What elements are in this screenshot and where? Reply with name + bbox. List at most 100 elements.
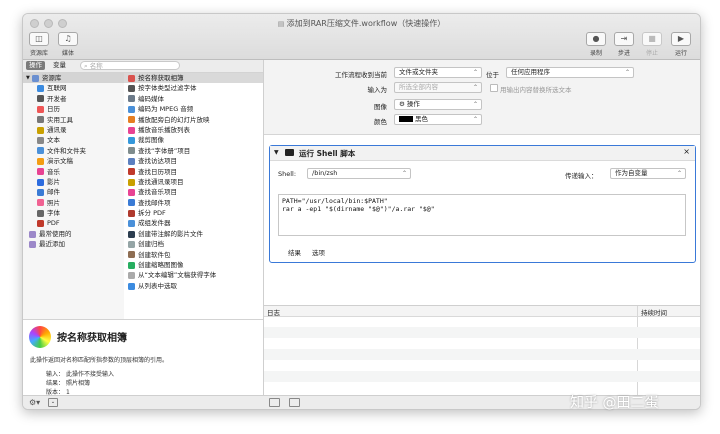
media-button[interactable]: ♫ 媒体 [53,32,83,57]
action-item[interactable]: 查找通讯录项目 [124,177,263,187]
shell-popup[interactable]: /bin/zsh ⌃ [307,168,411,179]
library-item[interactable]: 音乐 [23,167,124,177]
library-item[interactable]: 日历 [23,104,124,114]
action-icon [128,137,135,145]
toggle-description-icon[interactable]: ⌄ [48,398,58,407]
action-item[interactable]: 按字体类型过滤字体 [124,83,263,93]
action-item-label: 播放配旁白的幻灯片放映 [138,115,210,124]
action-item[interactable]: 拆分 PDF [124,208,263,218]
pass-input-popup[interactable]: 作为自变量 ⌃ [610,168,686,179]
action-item[interactable]: 裁剪图像 [124,135,263,145]
library-item-label: 演示文稿 [47,157,73,166]
workflow-area: 工作流程收到当前 文件或文件夹 ⌃ 位于 任何应用程序 ⌃ 输入为 所选全部内容 ⌃ … [263,60,700,305]
developer-icon [37,95,44,103]
action-item[interactable]: 创建带注解的影片文件 [124,229,263,239]
library-button[interactable]: ◫ 资源库 [24,32,54,57]
library-item[interactable]: 影片 [23,177,124,187]
action-icon [128,199,135,207]
library-item[interactable]: 实用工具 [23,115,124,125]
color-label: 颜色 [374,118,387,126]
action-item[interactable]: 查找日历项目 [124,167,263,177]
show-log-icon[interactable] [269,398,280,407]
library-item[interactable]: 开发者 [23,94,124,104]
action-item[interactable]: 编码媒体 [124,94,263,104]
action-item[interactable]: 编码为 MPEG 音频 [124,104,263,114]
input-label: 输入： [46,371,65,378]
action-item[interactable]: 创建软件包 [124,250,263,260]
show-variables-icon[interactable] [289,398,300,407]
receives-popup[interactable]: 文件或文件夹 ⌃ [394,67,482,78]
action-item-label: 查找访达项目 [138,157,177,166]
step-button[interactable]: ⇥ 步进 [609,32,639,57]
library-item-label: 文件和文件夹 [47,146,86,155]
stop-button[interactable]: ■ 停止 [637,32,667,57]
replace-checkbox[interactable] [490,84,498,92]
action-item[interactable]: 从列表中选取 [124,281,263,291]
popup-chevron-icon: ⌃ [472,84,478,91]
library-item[interactable]: 文件和文件夹 [23,146,124,156]
smart-folder-icon [29,230,36,238]
title-bar: ▤ 添加到RAR压缩文件.workflow（快速操作） ◫ 资源库 ♫ 媒体 ● 录制… [23,14,700,60]
action-item[interactable]: 查找邮件项 [124,198,263,208]
window-title: ▤ 添加到RAR压缩文件.workflow（快速操作） [23,18,700,29]
results-tab[interactable]: 结果 [288,247,301,257]
popup-chevron-icon: ⌃ [624,69,630,76]
action-item-label: 按名称获取相簿 [138,74,184,82]
library-item[interactable]: 演示文稿 [23,156,124,166]
run-button[interactable]: ▶ 运行 [666,32,696,57]
smart-folder-item[interactable]: 最近添加 [23,239,124,249]
mail-icon [37,188,44,196]
collapse-triangle-icon[interactable]: ▼ [274,149,279,156]
action-item[interactable]: 成组发件器 [124,218,263,228]
image-popup[interactable]: ⚙ 操作 ⌃ [394,99,482,110]
library-item[interactable]: 通讯录 [23,125,124,135]
script-editor[interactable]: PATH="/usr/local/bin:$PATH" rar a -ep1 "… [278,194,686,236]
tab-actions[interactable]: 操作 [26,61,45,70]
library-item[interactable]: 文本 [23,135,124,145]
shell-label: Shell: [278,170,297,178]
library-item[interactable]: 互联网 [23,83,124,93]
action-item[interactable]: 查找音乐项目 [124,187,263,197]
action-item[interactable]: 创建缩略图图像 [124,260,263,270]
log-column-header[interactable]: 日志 [267,307,280,317]
location-popup[interactable]: 任何应用程序 ⌃ [506,67,634,78]
action-item[interactable]: 查找“字体册”项目 [124,146,263,156]
record-button[interactable]: ● 录制 [581,32,611,57]
music-icon [37,168,44,176]
action-icon [128,105,135,113]
library-item[interactable]: 字体 [23,208,124,218]
action-item-label: 查找邮件项 [138,198,171,207]
shell-script-action: ▼ 运行 Shell 脚本 × Shell: /bin/zsh ⌃ 传递输入： 作… [269,145,696,263]
action-item[interactable]: 创建归档 [124,239,263,249]
library-icon: ◫ [29,32,49,46]
library-root[interactable]: ▼ 资源库 [23,73,124,84]
library-item[interactable]: 邮件 [23,187,124,197]
library-item[interactable]: 照片 [23,198,124,208]
library-folder-icon [31,74,39,82]
library-item[interactable]: PDF [23,218,124,228]
shell-value: /bin/zsh [312,169,338,177]
action-item[interactable]: 按名称获取相簿 [124,73,263,84]
action-item-label: 编码为 MPEG 音频 [138,105,194,114]
search-field[interactable]: ⌕ 名称 [80,61,180,70]
action-item[interactable]: 播放配旁白的幻灯片放映 [124,115,263,125]
input-as-popup[interactable]: 所选全部内容 ⌃ [394,82,482,93]
calendar-icon [37,105,44,113]
location-value: 任何应用程序 [511,68,550,76]
color-popup[interactable]: 黑色 ⌃ [394,114,482,125]
action-item[interactable]: 从“文本编辑”文稿获得字体 [124,270,263,280]
options-tab[interactable]: 选项 [312,247,325,257]
action-item[interactable]: 查找访达项目 [124,156,263,166]
tab-variables[interactable]: 变量 [50,61,69,70]
action-title: 运行 Shell 脚本 [299,149,356,158]
library-item-label: 影片 [47,177,60,186]
library-item-label: 文本 [47,136,60,145]
remove-action-icon[interactable]: × [683,147,690,156]
action-icon [128,74,135,82]
duration-column-header[interactable]: 持续时间 [641,307,667,317]
smart-folder-item[interactable]: 最常使用的 [23,229,124,239]
action-item-label: 从“文本编辑”文稿获得字体 [138,271,217,280]
terminal-icon [285,149,294,156]
action-item[interactable]: 播放音乐播放列表 [124,125,263,135]
gear-menu-icon[interactable]: ⚙▾ [29,398,40,407]
